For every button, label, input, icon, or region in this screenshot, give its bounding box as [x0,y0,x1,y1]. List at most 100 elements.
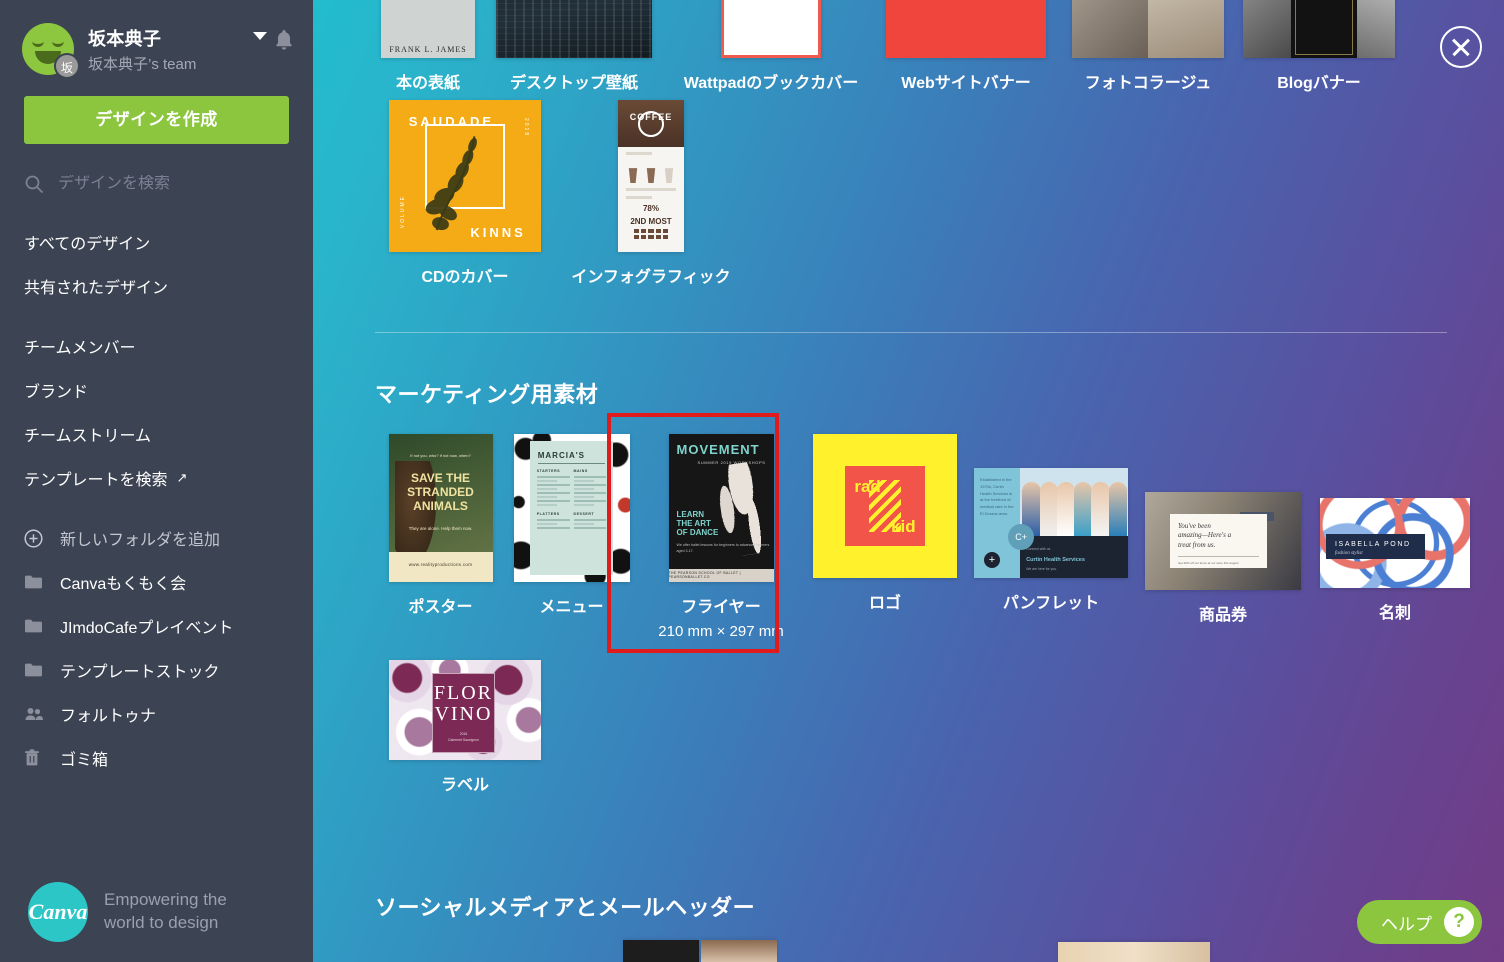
thumbnail-art: Established in the 1970s, Curtin Health … [974,468,1128,578]
category-tile-book-cover[interactable]: FRANK L. JAMES 本の表紙 [375,0,481,93]
category-tile-cd-cover[interactable]: SAUDADE VOLUME 2018 KINNS CDのカバー [375,100,555,287]
category-tile-label[interactable]: FLOR VINO 2016 Cabernet Sauvignon ラベル [375,660,555,795]
category-label: Webサイトバナー [901,75,1031,92]
category-tile-logo[interactable]: rad kid ロゴ [805,434,965,613]
category-tile-business-card[interactable]: ISABELLA POND fashion stylist 名刺 [1309,434,1481,623]
search-row[interactable] [24,170,289,198]
sidebar-item-label: ゴミ箱 [60,752,109,769]
section-title-social: ソーシャルメディアとメールヘッダー [375,895,756,920]
category-label: ラベル [440,777,489,794]
folder-icon [24,662,46,678]
user-account-row[interactable]: 坂 坂本典子 坂本典子’s team [0,0,313,79]
thumbnail-art: EUROPE [1243,0,1395,58]
help-label: ヘルプ [1381,914,1432,934]
artwork-text: THE PEARSON SCHOOL OF BALLET | PEARSONBA… [668,568,774,582]
canva-footer: Canva Empowering the world to design [0,862,313,962]
thumbnail-art: rad kid [813,434,957,578]
create-design-button[interactable]: デザインを作成 [24,96,289,144]
category-tile-menu[interactable]: MARCIA'S STARTERS PLATTERS MAINS DESSERT… [506,434,637,617]
artwork-text: SAVE THE STRANDED ANIMALS [407,471,474,514]
artwork-text: Connect with us [1026,547,1051,552]
notification-bell-icon[interactable] [273,28,295,52]
sidebar-item-label: Canvaもくもく会 [60,576,187,593]
artwork-text: Get 20% off our items at our store this … [1177,560,1239,565]
thumbnail-art: You've been amazing—Here's a treat from … [1145,492,1301,590]
category-tile-social-1[interactable] [623,940,699,962]
trash-icon [24,749,46,767]
category-tile-wattpad-book-cover[interactable]: A book on being 'creative' and how to ac… [667,0,875,93]
category-tile-poster[interactable]: If not you, who? If not now, when? SAVE … [375,434,506,617]
thumbnail-art: ISABELLA POND fashion stylist [1320,498,1470,588]
top-category-row: FRANK L. JAMES 本の表紙 デスクトップ壁紙 A book on b… [375,0,1399,93]
category-tile-infographic[interactable]: COFFEE 78% 2ND MOST インフォグラフィック [555,100,747,287]
artwork-text: fashion stylist [1335,551,1363,556]
artwork-text: 2018 [522,118,529,138]
category-label: Blogバナー [1277,75,1361,92]
thumbnail-art [496,0,652,58]
sidebar-item-trash[interactable]: ゴミ箱 [0,736,313,780]
category-tile-desktop-wallpaper[interactable]: デスクトップ壁紙 [481,0,667,93]
sidebar-item-all-designs[interactable]: すべてのデザイン [0,220,313,264]
category-label: メニュー [539,599,604,616]
sidebar-item-search-templates[interactable]: テンプレートを検索 ↗ [0,456,313,500]
thumbnail-art: A book on being 'creative' and how to ac… [721,0,821,58]
thumbnail-art: COFFEE 78% 2ND MOST [618,100,684,252]
sidebar-item-team-members[interactable]: チームメンバー [0,324,313,368]
question-mark-icon: ? [1444,907,1474,937]
avatar[interactable]: 坂 [22,23,80,79]
marketing-row-2: FLOR VINO 2016 Cabernet Sauvignon ラベル [375,660,555,795]
category-tile-voucher[interactable]: You've been amazing—Here's a treat from … [1137,434,1309,625]
sidebar-item-brand[interactable]: ブランド [0,368,313,412]
sidebar-item-shared-designs[interactable]: 共有されたデザイン [0,264,313,308]
close-icon[interactable] [1440,26,1482,68]
artwork-text: Established in the 1970s, Curtin Health … [980,477,1014,516]
search-icon [25,175,44,194]
sidebar-item-label: ブランド [24,384,89,401]
section-title-marketing: マーケティング用素材 [375,382,599,407]
artwork-text: We offer ballet lessons for beginners to… [676,543,770,553]
sidebar-item-team-stream[interactable]: チームストリーム [0,412,313,456]
artwork-text: VOLUME [399,194,406,228]
category-tile-flyer[interactable]: MOVEMENT SUMMER 2019 WORKSHOPS LEARN THE… [637,434,805,640]
artwork-text: kid [891,517,916,537]
category-label: CDのカバー [421,269,509,286]
category-tile-website-banner[interactable]: Webサイトバナー [875,0,1057,93]
sidebar-item-label: 新しいフォルダを追加 [60,532,221,549]
search-input[interactable] [58,175,289,193]
category-label: フライヤー [681,599,761,616]
artwork-text: 78% [642,204,659,214]
sidebar-item-folder-canva-mokumoku[interactable]: Canvaもくもく会 [0,560,313,604]
category-tile-social-2[interactable] [701,940,777,962]
thumbnail-art: SAUDADE VOLUME 2018 KINNS [389,100,541,252]
chevron-down-icon[interactable] [253,32,267,40]
thumbnail-art [886,0,1046,58]
folder-icon [24,574,46,590]
sidebar-item-folder-fortuna[interactable]: フォルトゥナ [0,692,313,736]
artwork-text: VINO [434,703,493,726]
category-label: ロゴ [868,595,901,612]
sidebar-item-label: フォルトゥナ [60,708,157,725]
thumbnail-art: FRANK L. JAMES [381,0,475,58]
sidebar-item-folder-jimdocafe[interactable]: JImdoCafeプレイベント [0,604,313,648]
artwork-text: Curtin Health Services [1026,557,1085,564]
category-label: Wattpadのブックカバー [683,75,859,92]
sidebar-item-folder-template-stock[interactable]: テンプレートストック [0,648,313,692]
sidebar-item-label: すべてのデザイン [24,236,151,253]
help-button[interactable]: ヘルプ ? [1357,900,1482,944]
category-label: 名刺 [1378,605,1411,622]
category-label: デスクトップ壁紙 [509,75,638,92]
sidebar: 坂 坂本典子 坂本典子’s team デザインを作成 すべてのデザイン 共有され… [0,0,313,962]
category-tile-blog-banner[interactable]: EUROPE Blogバナー [1239,0,1399,93]
category-tile-social-3[interactable] [1058,942,1210,962]
second-category-row: SAUDADE VOLUME 2018 KINNS CDのカバー COFFEE … [375,100,747,287]
user-name: 坂本典子 [88,28,162,49]
artwork-text: They are alone. Help them now. [408,525,473,531]
category-label: ポスター [408,599,473,616]
category-dimensions: 210 mm × 297 mm [658,623,784,640]
sidebar-item-add-folder[interactable]: 新しいフォルダを追加 [0,516,313,560]
sidebar-nav-list: すべてのデザイン 共有されたデザイン チームメンバー ブランド チームストリーム… [0,220,313,500]
category-tile-photo-collage[interactable]: フォトコラージュ [1057,0,1239,93]
category-tile-brochure[interactable]: Established in the 1970s, Curtin Health … [965,434,1137,613]
category-label: 商品券 [1198,607,1247,624]
